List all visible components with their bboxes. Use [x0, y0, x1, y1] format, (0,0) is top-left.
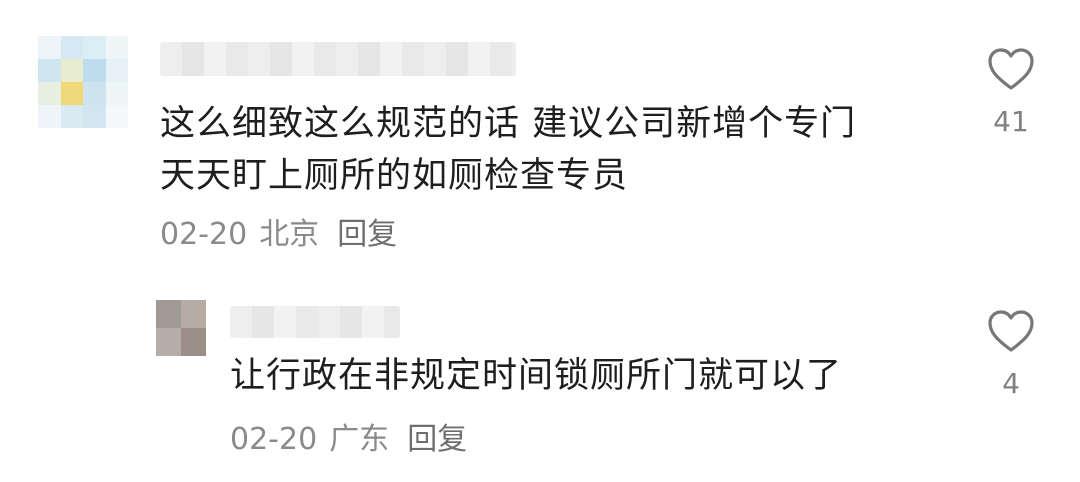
comment-item: 这么细致这么规范的话 建议公司新增个专门 天天盯上厕所的如厕检查专员 02-20…	[0, 0, 1080, 270]
comment-date: 02-20	[160, 217, 248, 252]
avatar-tile	[83, 105, 106, 128]
avatar-tile	[156, 328, 181, 356]
avatar-tile	[60, 105, 83, 128]
avatar-tile	[83, 36, 106, 59]
like-count: 4	[1002, 367, 1020, 400]
like-button[interactable]: 41	[981, 46, 1041, 140]
username-blurred[interactable]	[160, 42, 516, 76]
comment-date: 02-20	[230, 422, 318, 457]
avatar-tile	[83, 82, 106, 105]
avatar-tile	[105, 82, 128, 105]
reply-button[interactable]: 回复	[337, 217, 397, 252]
username-blurred[interactable]	[230, 306, 400, 338]
comment-meta: 02-20 广东 回复	[230, 420, 479, 460]
avatar-tile	[38, 36, 61, 59]
heart-outline-icon	[988, 48, 1034, 90]
avatar-tile	[105, 36, 128, 59]
avatar-tile	[105, 105, 128, 128]
avatar-tile	[60, 59, 83, 82]
avatar-tile	[181, 300, 206, 328]
avatar-tile	[60, 82, 83, 105]
reply-button[interactable]: 回复	[407, 422, 467, 457]
avatar-tile	[38, 82, 61, 105]
like-button[interactable]: 4	[981, 308, 1041, 402]
comment-text-line: 天天盯上厕所的如厕检查专员	[160, 156, 629, 196]
avatar-tile	[60, 36, 83, 59]
comment-text: 让行政在非规定时间锁厕所门就可以了	[230, 350, 842, 402]
comment-text-line: 让行政在非规定时间锁厕所门就可以了	[230, 356, 843, 396]
comment-text: 这么细致这么规范的话 建议公司新增个专门 天天盯上厕所的如厕检查专员	[160, 98, 856, 202]
avatar-tile	[181, 328, 206, 356]
avatar-tile	[38, 105, 61, 128]
like-count: 41	[993, 105, 1029, 138]
avatar-tile	[38, 59, 61, 82]
avatar-tile	[105, 59, 128, 82]
avatar[interactable]	[156, 300, 206, 356]
comment-location: 广东	[329, 422, 390, 457]
comment-meta: 02-20 北京 回复	[160, 215, 409, 255]
comment-location: 北京	[259, 217, 320, 252]
avatar[interactable]	[38, 36, 128, 128]
avatar-tile	[83, 59, 106, 82]
avatar-tile	[156, 300, 181, 328]
comment-text-line: 这么细致这么规范的话 建议公司新增个专门	[160, 104, 857, 144]
heart-outline-icon	[988, 310, 1034, 352]
reply-comment-item: 让行政在非规定时间锁厕所门就可以了 02-20 广东 回复 4	[0, 290, 1080, 480]
